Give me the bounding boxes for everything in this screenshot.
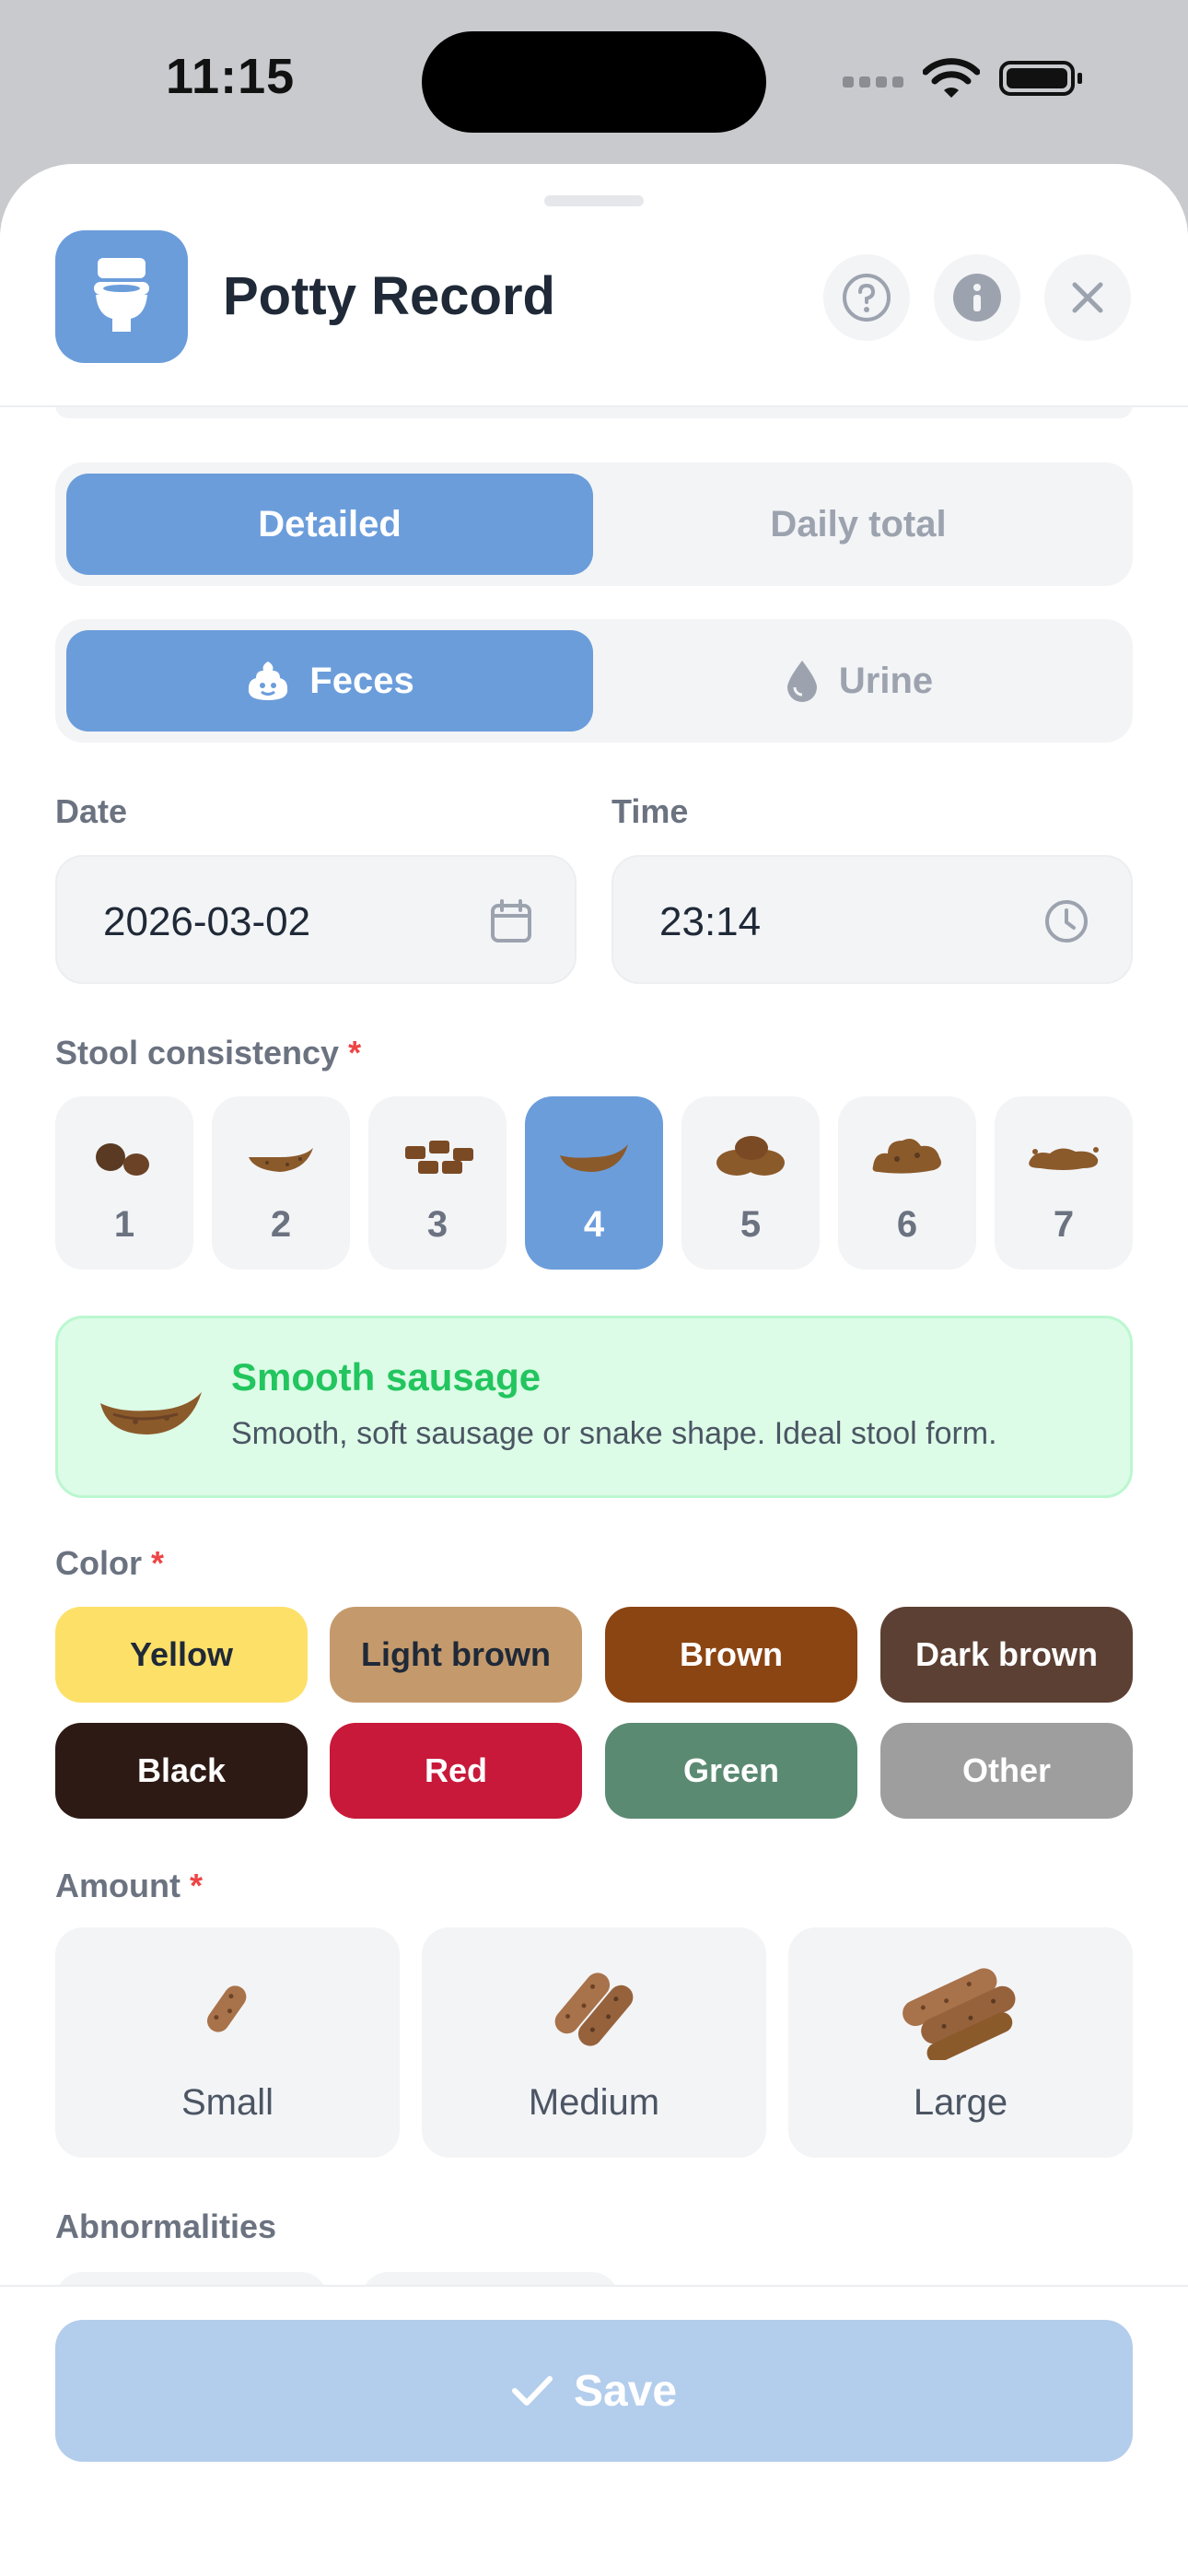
close-button[interactable] (1044, 254, 1131, 341)
clock-icon (1045, 900, 1088, 943)
sheet-header: Potty Record (0, 164, 1188, 407)
amount-medium-label: Medium (528, 2082, 660, 2123)
stool-type-2-button[interactable]: 2 (212, 1096, 350, 1270)
color-chip-other[interactable]: Other (880, 1723, 1133, 1819)
tab-urine-label: Urine (838, 660, 934, 701)
help-icon (843, 274, 891, 322)
checkmark-icon (511, 2376, 553, 2406)
amount-large-button[interactable]: Large (788, 1927, 1133, 2158)
color-label: Color * (55, 1544, 165, 1582)
stool-type-7-label: 7 (1053, 1204, 1075, 1245)
color-chip-red[interactable]: Red (330, 1723, 582, 1819)
medium-amount-icon (554, 1973, 634, 2046)
tab-urine[interactable]: Urine (595, 630, 1122, 732)
stool-description-text: Smooth, soft sausage or snake shape. Ide… (231, 1416, 997, 1451)
wifi-icon (923, 58, 980, 98)
stool-type-4-label: 4 (583, 1204, 605, 1245)
info-icon (953, 274, 1001, 322)
scrolled-content-edge (55, 405, 1133, 418)
poop-icon (249, 662, 288, 700)
stool-type-5-label: 5 (740, 1204, 762, 1245)
amount-large-label: Large (913, 2082, 1008, 2123)
stool-type-3-button[interactable]: 3 (368, 1096, 507, 1270)
record-type-selector: Feces Urine (55, 619, 1133, 743)
small-amount-icon (207, 1985, 247, 2032)
sheet-grabber[interactable] (544, 195, 644, 206)
tab-feces[interactable]: Feces (66, 630, 593, 732)
date-label: Date (55, 792, 128, 830)
sausage-stool-icon (100, 1392, 202, 1434)
stool-type-1-icon (96, 1143, 149, 1176)
save-button-label: Save (573, 2366, 678, 2416)
stool-type-7-button[interactable]: 7 (995, 1096, 1133, 1270)
sheet-footer: Save (0, 2285, 1188, 2576)
close-icon (1072, 282, 1103, 313)
stool-type-6-icon (872, 1139, 941, 1174)
potty-record-sheet: Potty Record Detailed Daily total Feces … (0, 164, 1188, 2576)
large-amount-icon (903, 1968, 1016, 2060)
calendar-icon (491, 899, 531, 943)
stool-type-7-icon (1029, 1147, 1099, 1170)
color-chip-light-brown[interactable]: Light brown (330, 1607, 582, 1703)
dynamic-island (422, 31, 766, 133)
stool-type-4-icon (560, 1144, 628, 1172)
stool-type-3-label: 3 (426, 1204, 448, 1245)
tab-detailed[interactable]: Detailed (66, 474, 593, 575)
time-value: 23:14 (659, 899, 762, 944)
amount-medium-button[interactable]: Medium (422, 1927, 766, 2158)
amount-label: Amount * (55, 1867, 203, 1904)
stool-type-3-icon (405, 1141, 473, 1174)
cellular-signal-icon (843, 76, 916, 94)
date-field[interactable]: 2026-03-02 (55, 855, 577, 984)
droplet-icon (786, 661, 817, 702)
stool-type-4-button[interactable]: 4 (525, 1096, 663, 1270)
battery-icon (999, 61, 1082, 96)
tab-daily-total[interactable]: Daily total (595, 474, 1122, 575)
stool-type-1-label: 1 (113, 1204, 135, 1245)
stool-type-6-label: 6 (896, 1204, 918, 1245)
save-button[interactable]: Save (55, 2320, 1133, 2462)
color-chip-brown[interactable]: Brown (605, 1607, 857, 1703)
amount-small-button[interactable]: Small (55, 1927, 400, 2158)
date-value: 2026-03-02 (103, 899, 311, 944)
required-mark: * (151, 1544, 165, 1582)
stool-type-2-icon (249, 1148, 313, 1172)
info-button[interactable] (934, 254, 1020, 341)
stool-type-6-button[interactable]: 6 (838, 1096, 976, 1270)
amount-small-label: Small (181, 2082, 274, 2123)
status-time: 11:15 (166, 49, 296, 104)
stool-consistency-label: Stool consistency * (55, 1034, 362, 1071)
record-mode-selector: Detailed Daily total (55, 463, 1133, 586)
stool-description-title: Smooth sausage (231, 1355, 542, 1399)
required-mark: * (189, 1867, 203, 1904)
stool-description-card: Smooth sausage Smooth, soft sausage or s… (55, 1316, 1133, 1498)
color-chip-black[interactable]: Black (55, 1723, 308, 1819)
stool-type-5-button[interactable]: 5 (681, 1096, 820, 1270)
color-chip-dark-brown[interactable]: Dark brown (880, 1607, 1133, 1703)
color-chip-green[interactable]: Green (605, 1723, 857, 1819)
toilet-icon (55, 230, 188, 363)
stool-type-1-button[interactable]: 1 (55, 1096, 193, 1270)
tab-feces-label: Feces (309, 660, 414, 701)
time-field[interactable]: 23:14 (611, 855, 1133, 984)
stool-consistency-options: 1 2 3 4 5 6 7 (55, 1096, 1133, 1270)
stool-type-5-icon (716, 1136, 785, 1176)
color-chip-yellow[interactable]: Yellow (55, 1607, 308, 1703)
status-bar: 11:15 (0, 0, 1188, 157)
stool-type-2-label: 2 (270, 1204, 292, 1245)
page-title: Potty Record (223, 266, 555, 326)
time-label: Time (611, 792, 689, 830)
abnormalities-label: Abnormalities (55, 2207, 277, 2245)
required-mark: * (348, 1034, 362, 1071)
help-button[interactable] (823, 254, 910, 341)
